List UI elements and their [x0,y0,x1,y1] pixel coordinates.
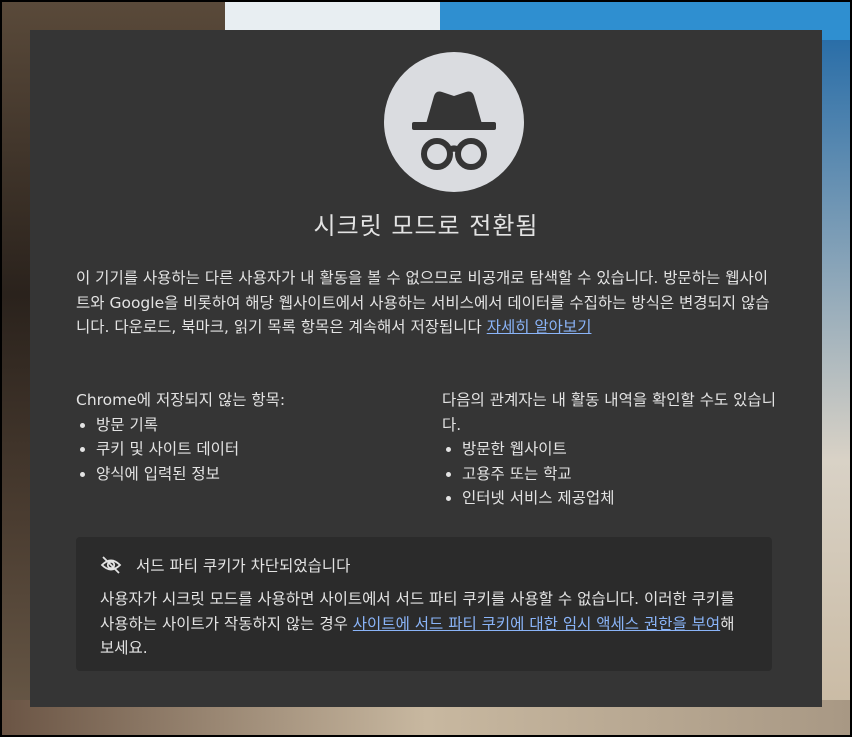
cookie-notice-heading: 서드 파티 쿠키가 차단되었습니다 [136,557,351,575]
intro-text: 이 기기를 사용하는 다른 사용자가 내 활동을 볼 수 없으므로 비공개로 탐… [76,269,770,336]
list-item: 고용주 또는 학교 [442,462,782,487]
list-item: 인터넷 서비스 제공업체 [442,486,782,511]
list-item: 양식에 입력된 정보 [76,462,416,487]
eye-off-icon [100,556,122,574]
intro-description: 이 기기를 사용하는 다른 사용자가 내 활동을 볼 수 없으므로 비공개로 탐… [76,266,776,340]
visible-to-heading: 다음의 관계자는 내 활동 내역을 확인할 수도 있습니다. [442,391,776,434]
not-saved-section: Chrome에 저장되지 않는 항목: 방문 기록 쿠키 및 사이트 데이터 양… [76,388,416,486]
visible-to-list: 방문한 웹사이트 고용주 또는 학교 인터넷 서비스 제공업체 [442,437,782,511]
visible-to-section: 다음의 관계자는 내 활동 내역을 확인할 수도 있습니다. 방문한 웹사이트 … [442,388,782,511]
list-item: 쿠키 및 사이트 데이터 [76,437,416,462]
grant-cookie-access-link[interactable]: 사이트에 서드 파티 쿠키에 대한 임시 액세스 권한을 부여 [353,615,720,633]
third-party-cookie-notice: 서드 파티 쿠키가 차단되었습니다 사용자가 시크릿 모드를 사용하면 사이트에… [76,537,772,671]
list-item: 방문한 웹사이트 [442,437,782,462]
not-saved-heading: Chrome에 저장되지 않는 항목: [76,391,286,409]
not-saved-list: 방문 기록 쿠키 및 사이트 데이터 양식에 입력된 정보 [76,413,416,487]
page-title: 시크릿 모드로 전환됨 [313,212,539,240]
list-item: 방문 기록 [76,413,416,438]
incognito-logo [384,52,524,192]
incognito-icon [412,91,496,170]
incognito-panel: 시크릿 모드로 전환됨 이 기기를 사용하는 다른 사용자가 내 활동을 볼 수… [30,30,822,707]
learn-more-link[interactable]: 자세히 알아보기 [487,318,592,336]
cookie-notice-header: 서드 파티 쿠키가 차단되었습니다 [100,553,748,577]
cookie-notice-body: 사용자가 시크릿 모드를 사용하면 사이트에서 서드 파티 쿠키를 사용할 수 … [100,587,748,661]
